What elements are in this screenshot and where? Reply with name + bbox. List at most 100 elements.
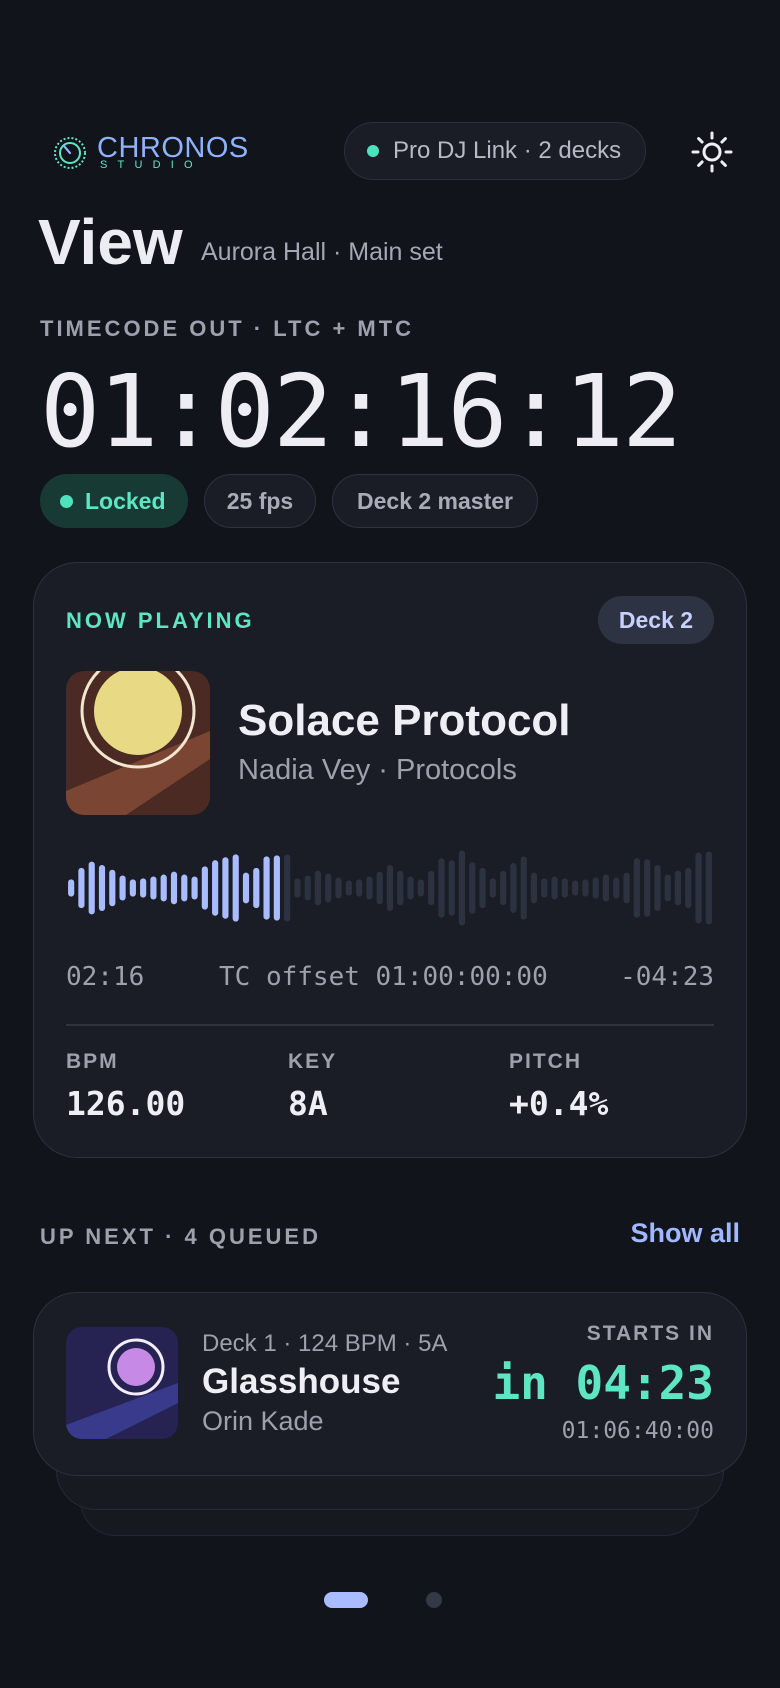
waveform-bar (98, 864, 106, 912)
waveform-bar (428, 870, 435, 906)
waveform-bar (160, 874, 167, 902)
waveform-bar (376, 871, 383, 905)
waveform-bar (479, 867, 486, 909)
pitch-label: PITCH (509, 1050, 582, 1073)
waveform-bar (273, 855, 280, 921)
waveform-bar (294, 878, 301, 898)
waveform-bar (304, 875, 311, 901)
up-next-artwork (66, 1327, 178, 1439)
show-all-link[interactable]: Show all (630, 1218, 740, 1249)
up-next-title: Glasshouse (202, 1362, 401, 1401)
starts-in-label: STARTS IN (586, 1322, 714, 1345)
track-artist-album: Nadia Vey · Protocols (238, 754, 517, 786)
stats-divider (66, 1024, 714, 1026)
waveform-bar (469, 862, 476, 914)
now-playing-artwork (66, 671, 210, 815)
up-next-label: UP NEXT · 4 QUEUED (40, 1224, 321, 1249)
waveform-bar (345, 880, 352, 896)
waveform-bar (500, 870, 507, 906)
pitch-value: +0.4% (509, 1084, 609, 1123)
up-next-meta: Deck 1 · 124 BPM · 5A (202, 1330, 448, 1357)
remaining-time: -04:23 (620, 962, 714, 992)
waveform-bar (572, 880, 579, 896)
theme-toggle-button[interactable] (690, 130, 734, 174)
bpm-label: BPM (66, 1050, 119, 1073)
waveform-bar (222, 857, 229, 919)
waveform-bar (386, 864, 394, 912)
key-label: KEY (288, 1050, 338, 1073)
stopwatch-icon (54, 137, 86, 169)
waveform-bar (335, 877, 342, 899)
timecode-label: TIMECODE OUT · LTC + MTC (40, 316, 415, 341)
waveform-bar (78, 867, 85, 909)
waveform-bar (623, 872, 630, 904)
waveform-bar (325, 873, 332, 903)
waveform-bar (695, 852, 702, 924)
waveform-bar (674, 870, 682, 906)
tc-offset: TC offset 01:00:00:00 (219, 962, 548, 992)
waveform-bar (109, 869, 116, 907)
waveform-bar (510, 863, 517, 913)
pager-dot[interactable] (426, 1592, 442, 1608)
starts-in-countdown: in 04:23 (492, 1356, 714, 1410)
key-value: 8A (288, 1084, 328, 1123)
locked-label: Locked (85, 487, 166, 514)
waveform-bar (314, 870, 322, 906)
waveform-bar (448, 860, 455, 916)
waveform-bar (242, 872, 250, 904)
waveform-bar (284, 854, 291, 922)
waveform-bar (356, 879, 363, 897)
master-deck-chip[interactable]: Deck 2 master (332, 474, 538, 528)
waveform-bar (417, 879, 424, 897)
bpm-value: 126.00 (66, 1084, 186, 1123)
waveform-bar (397, 870, 404, 906)
page-title: View (38, 206, 183, 278)
waveform-bar (520, 856, 527, 920)
pager-dot-active[interactable] (324, 1592, 368, 1608)
waveform-bar (201, 866, 208, 910)
waveform-bar (212, 860, 219, 916)
waveform-bar (140, 878, 147, 898)
waveform-bar (68, 879, 75, 897)
waveform-bar (530, 872, 538, 904)
waveform-bar (119, 875, 126, 901)
logo-subtitle: STUDIO (100, 159, 203, 171)
waveform-bar (263, 856, 270, 920)
waveform-bar (551, 876, 558, 900)
waveform-scrubber[interactable] (66, 840, 714, 936)
fps-chip[interactable]: 25 fps (204, 474, 316, 528)
up-next-artist: Orin Kade (202, 1406, 324, 1436)
deck-badge: Deck 2 (598, 596, 714, 644)
waveform-bar (602, 874, 610, 902)
waveform-bar (541, 878, 548, 898)
track-title: Solace Protocol (238, 696, 571, 745)
waveform-bar (685, 867, 692, 909)
waveform-bar (150, 876, 157, 900)
waveform-bar (366, 876, 373, 900)
pro-dj-link-status[interactable]: Pro DJ Link · 2 decks (344, 122, 646, 180)
waveform-bar (170, 871, 178, 905)
waveform-bar (654, 864, 661, 912)
waveform-bar (191, 876, 198, 900)
waveform-bar (88, 861, 95, 915)
starts-in-timecode: 01:06:40:00 (561, 1418, 714, 1444)
waveform-bar (458, 850, 466, 926)
waveform-bar (489, 878, 496, 898)
app-logo: CHRONOS STUDIO (50, 132, 250, 172)
waveform-bar (407, 876, 414, 900)
link-status-text: Pro DJ Link · 2 decks (393, 137, 622, 164)
album-art-orb-icon (66, 1327, 178, 1439)
waveform-bar (232, 854, 239, 922)
waveform-bar (561, 878, 568, 898)
waveform-bar (705, 851, 712, 925)
album-art-sun-icon (66, 671, 210, 815)
waveform-bar (664, 874, 671, 902)
timecode-value: 01:02:16:12 (40, 353, 682, 470)
waveform-bar (181, 874, 188, 902)
waveform-bar (633, 858, 640, 918)
waveform-bar (129, 879, 136, 897)
now-playing-label: NOW PLAYING (66, 608, 255, 633)
sun-icon (691, 131, 733, 173)
waveform-bar (438, 858, 445, 918)
waveform-bar (253, 867, 260, 909)
